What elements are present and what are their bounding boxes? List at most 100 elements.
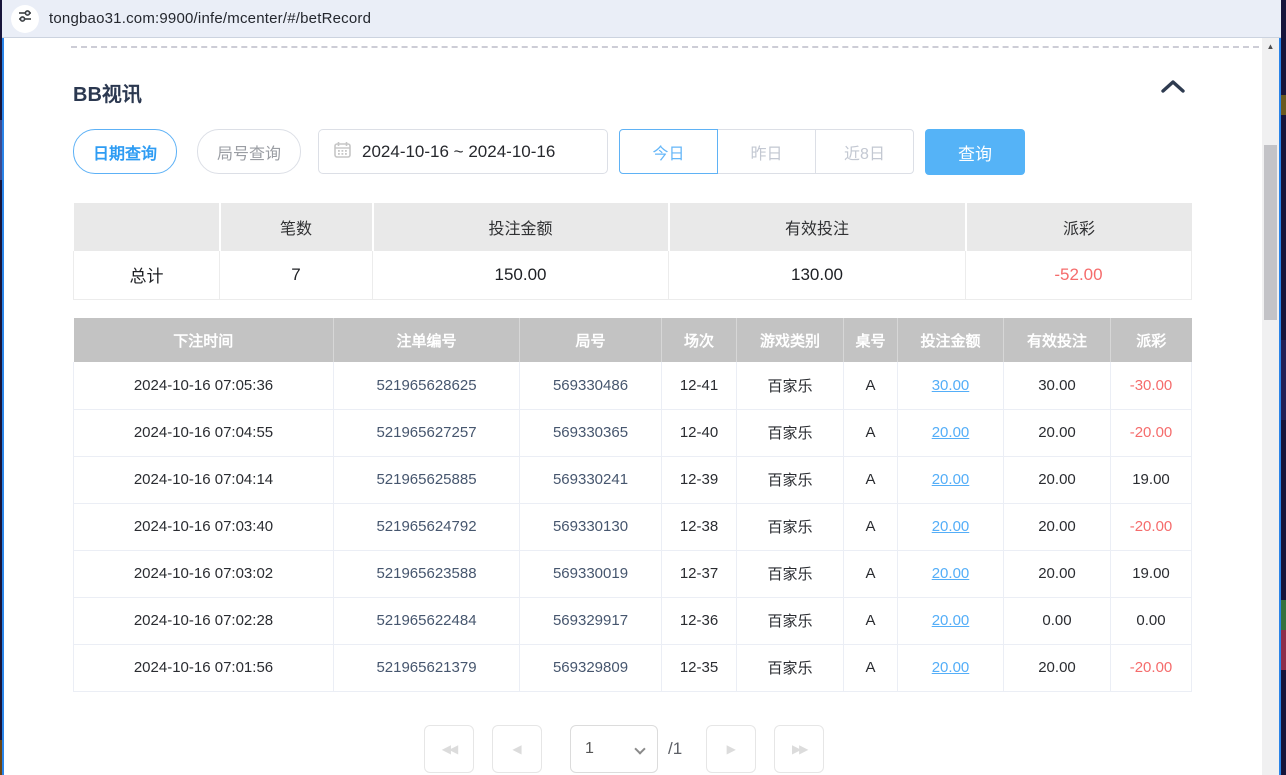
last-page-icon: ▶▶ [792,742,806,756]
cell-bet-amount: 30.00 [898,362,1004,409]
vertical-scrollbar[interactable]: ▲ [1262,38,1279,775]
chevron-down-icon [634,743,645,754]
cell-table-no: A [844,362,898,409]
round-query-tab[interactable]: 局号查询 [197,129,301,174]
bet-record-panel: BB视讯 日期查询 局号查询 [4,38,1262,775]
cell-session: 12-35 [662,644,737,691]
cell-round-id: 569330130 [520,503,662,550]
last-8-days-button[interactable]: 近8日 [815,129,914,174]
dashed-divider [71,46,1259,48]
last-page-button[interactable]: ▶▶ [774,725,824,773]
cell-valid-bet: 20.00 [1004,503,1111,550]
date-range-picker[interactable]: 2024-10-16 ~ 2024-10-16 [318,129,608,174]
scrollbar-up-arrow-icon[interactable]: ▲ [1262,38,1279,54]
cell-payout: -20.00 [1111,503,1192,550]
summary-header-payout: 派彩 [966,203,1192,251]
cell-session: 12-37 [662,550,737,597]
table-row: 2024-10-16 07:04:14 521965625885 5693302… [74,456,1192,503]
cell-round-id: 569330365 [520,409,662,456]
records-header-row: 下注时间 注单编号 局号 场次 游戏类别 桌号 投注金额 有效投注 派彩 [74,318,1192,362]
pagination: ◀◀ ◀ 1 /1 ▶ ▶▶ [424,724,824,774]
cell-bet-amount: 20.00 [898,550,1004,597]
page-title: BB视讯 [73,78,142,107]
summary-header-row: 笔数 投注金额 有效投注 派彩 [74,203,1192,251]
cell-bet-id: 521965621379 [334,644,520,691]
bet-amount-link[interactable]: 30.00 [932,377,970,394]
cell-valid-bet: 20.00 [1004,644,1111,691]
table-row: 2024-10-16 07:05:36 521965628625 5693304… [74,362,1192,409]
cell-game-type: 百家乐 [737,456,844,503]
summary-valid-bet-value: 130.00 [669,251,966,299]
bet-amount-link[interactable]: 20.00 [932,518,970,535]
cell-game-type: 百家乐 [737,362,844,409]
page-select[interactable]: 1 [570,725,658,773]
scrollbar-thumb[interactable] [1264,145,1277,320]
summary-header-valid-bet: 有效投注 [669,203,966,251]
cell-session: 12-40 [662,409,737,456]
cell-session: 12-38 [662,503,737,550]
first-page-button[interactable]: ◀◀ [424,725,474,773]
bet-record-window: tongbao31.com:9900/infe/mcenter/#/betRec… [0,0,1286,775]
page-total-label: /1 [668,739,682,759]
search-button[interactable]: 查询 [925,129,1025,175]
cell-game-type: 百家乐 [737,550,844,597]
cell-table-no: A [844,503,898,550]
cell-bet-id: 521965623588 [334,550,520,597]
summary-count-value: 7 [220,251,373,299]
filter-toolbar: 日期查询 局号查询 2024-10-16 ~ 2024-10- [73,129,1173,175]
header-table-no: 桌号 [844,318,898,362]
header-game-type: 游戏类别 [737,318,844,362]
yesterday-button[interactable]: 昨日 [717,129,816,174]
date-query-tab[interactable]: 日期查询 [73,129,177,174]
header-bet-id: 注单编号 [334,318,520,362]
cell-bet-time: 2024-10-16 07:01:56 [74,644,334,691]
cell-payout: -30.00 [1111,362,1192,409]
summary-total-label: 总计 [74,251,220,299]
cell-table-no: A [844,550,898,597]
next-page-button[interactable]: ▶ [706,725,756,773]
today-button[interactable]: 今日 [619,129,718,174]
bet-amount-link[interactable]: 20.00 [932,424,970,441]
cell-valid-bet: 0.00 [1004,597,1111,644]
cell-session: 12-36 [662,597,737,644]
site-settings-button[interactable] [11,5,39,33]
cell-table-no: A [844,409,898,456]
cell-bet-time: 2024-10-16 07:02:28 [74,597,334,644]
header-bet-time: 下注时间 [74,318,334,362]
cell-round-id: 569329809 [520,644,662,691]
summary-total-row: 总计 7 150.00 130.00 -52.00 [74,251,1192,299]
browser-address-bar[interactable]: tongbao31.com:9900/infe/mcenter/#/betRec… [2,0,1281,38]
prev-page-button[interactable]: ◀ [492,725,542,773]
cell-bet-id: 521965622484 [334,597,520,644]
cell-valid-bet: 20.00 [1004,456,1111,503]
url-text: tongbao31.com:9900/infe/mcenter/#/betRec… [49,10,371,27]
cell-game-type: 百家乐 [737,503,844,550]
page-select-value: 1 [585,740,594,758]
cell-game-type: 百家乐 [737,644,844,691]
bet-amount-link[interactable]: 20.00 [932,471,970,488]
summary-header-count: 笔数 [220,203,373,251]
bet-amount-link[interactable]: 20.00 [932,612,970,629]
collapse-section-button[interactable] [1156,76,1190,102]
cell-valid-bet: 30.00 [1004,362,1111,409]
table-row: 2024-10-16 07:02:28 521965622484 5693299… [74,597,1192,644]
date-range-value: 2024-10-16 ~ 2024-10-16 [362,142,555,162]
cell-round-id: 569330486 [520,362,662,409]
cell-payout: -20.00 [1111,409,1192,456]
cell-payout: 0.00 [1111,597,1192,644]
cell-bet-id: 521965624792 [334,503,520,550]
bet-amount-link[interactable]: 20.00 [932,659,970,676]
cell-bet-id: 521965625885 [334,456,520,503]
next-page-icon: ▶ [727,742,736,756]
cell-session: 12-41 [662,362,737,409]
header-bet-amount: 投注金额 [898,318,1004,362]
cell-payout: -20.00 [1111,644,1192,691]
cell-payout: 19.00 [1111,550,1192,597]
tune-icon [18,9,32,28]
background-page-edge-right [1281,0,1286,775]
bet-records-table: 下注时间 注单编号 局号 场次 游戏类别 桌号 投注金额 有效投注 派彩 202… [73,318,1192,692]
bet-amount-link[interactable]: 20.00 [932,565,970,582]
cell-bet-id: 521965627257 [334,409,520,456]
summary-bet-amount-value: 150.00 [373,251,669,299]
table-row: 2024-10-16 07:04:55 521965627257 5693303… [74,409,1192,456]
